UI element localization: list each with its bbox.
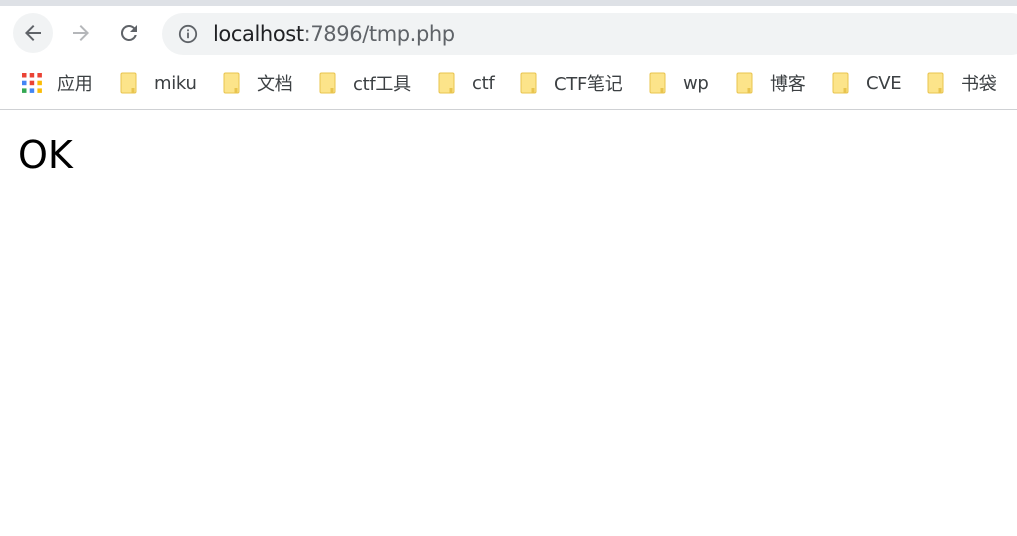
folder-icon: [832, 72, 849, 94]
reload-icon: [120, 24, 137, 41]
bookmark-folder-ctf[interactable]: ctf: [438, 69, 495, 97]
bookmarks-bar: 应用 miku 文档 ctf工具 ctf CTF笔记 wp 博客 CVE 书袋: [0, 64, 1017, 102]
bookmark-folder-blog[interactable]: 博客: [736, 69, 806, 97]
bookmark-folder-cve[interactable]: CVE: [832, 69, 902, 97]
forward-button[interactable]: [61, 13, 101, 53]
bookmark-folder-ctf-tools[interactable]: ctf工具: [319, 69, 411, 97]
browser-toolbar: localhost:7896/tmp.php 应用 miku 文档 ctf工具 …: [0, 0, 1017, 110]
info-icon[interactable]: [178, 24, 198, 44]
arrow-left-icon: [25, 25, 41, 41]
bookmark-label: ctf: [472, 72, 495, 94]
address-bar[interactable]: localhost:7896/tmp.php: [162, 13, 1017, 55]
bookmark-apps[interactable]: 应用: [22, 69, 93, 97]
bookmark-folder-miku[interactable]: miku: [120, 69, 197, 97]
reload-button[interactable]: [109, 13, 149, 53]
url-host: localhost: [213, 22, 304, 46]
bookmark-folder-wp[interactable]: wp: [649, 69, 709, 97]
bookmark-apps-label: 应用: [57, 74, 93, 95]
page-output-text: OK: [18, 133, 73, 177]
bookmark-label: CVE: [866, 72, 902, 94]
bookmark-folder-docs[interactable]: 文档: [223, 69, 293, 97]
folder-icon: [649, 72, 666, 94]
folder-icon: [927, 72, 944, 94]
bookmark-folder-bookbag[interactable]: 书袋: [927, 69, 997, 97]
bookmark-label: ctf工具: [353, 74, 411, 95]
bookmark-label: wp: [683, 72, 709, 94]
bookmark-label: 博客: [770, 74, 806, 95]
bookmark-folder-ctf-notes[interactable]: CTF笔记: [520, 69, 623, 97]
bookmark-label: CTF笔记: [554, 74, 623, 95]
folder-icon: [736, 72, 753, 94]
url-path: :7896/tmp.php: [303, 22, 455, 46]
tab-strip-edge: [0, 0, 1017, 6]
apps-grid-icon: [22, 73, 42, 93]
bookmark-label: 文档: [257, 74, 293, 95]
bookmark-label: 书袋: [961, 74, 997, 95]
page-content: OK: [0, 110, 1017, 536]
folder-icon: [438, 72, 455, 94]
back-button[interactable]: [13, 13, 53, 53]
bookmark-label: miku: [154, 72, 197, 94]
arrow-right-icon: [73, 25, 89, 41]
folder-icon: [120, 72, 137, 94]
folder-icon: [319, 72, 336, 94]
folder-icon: [520, 72, 537, 94]
folder-icon: [223, 72, 240, 94]
address-url[interactable]: localhost:7896/tmp.php: [213, 22, 455, 46]
